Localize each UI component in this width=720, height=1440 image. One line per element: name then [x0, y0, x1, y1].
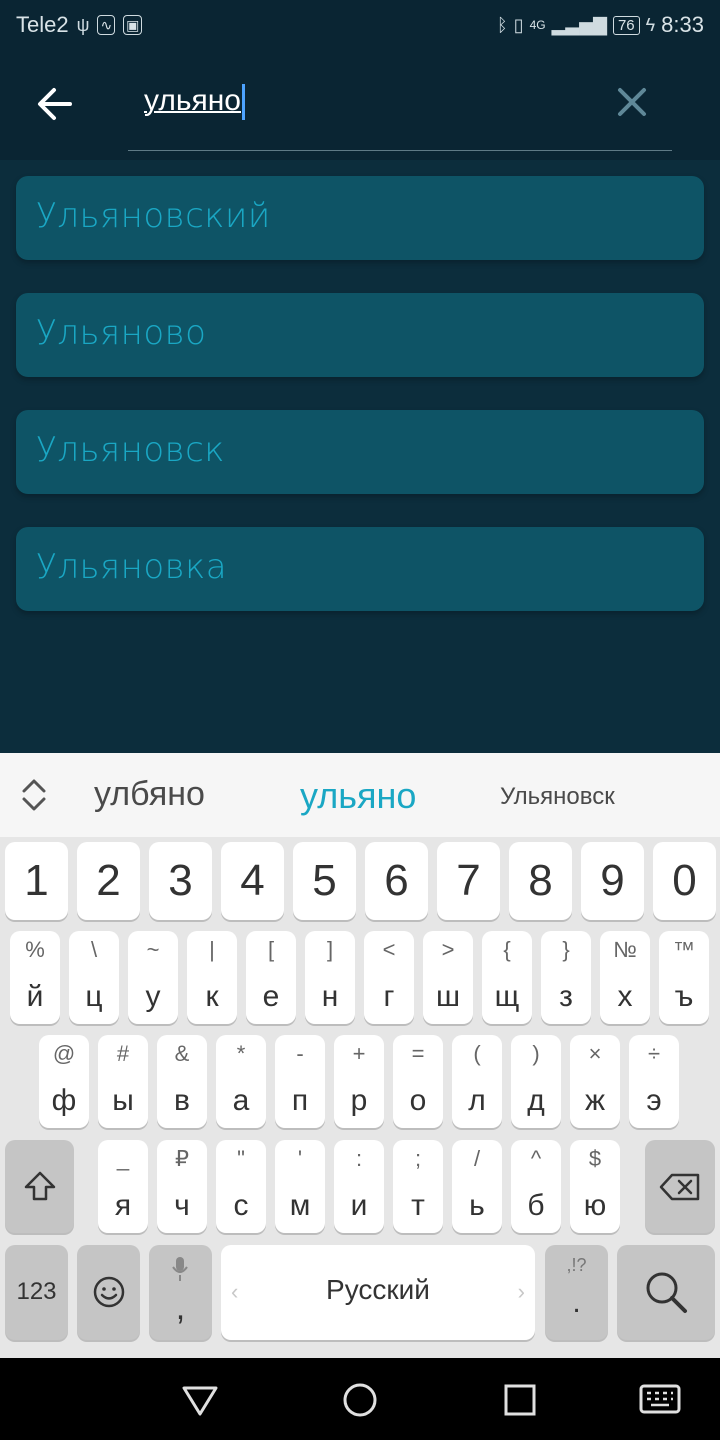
key-letter[interactable]: & в: [157, 1035, 207, 1128]
period-key[interactable]: ,!? .: [545, 1245, 608, 1340]
key-letter[interactable]: № х: [600, 931, 650, 1024]
search-bar: ульяно: [0, 50, 720, 160]
navigation-bar: [0, 1358, 720, 1440]
key-1[interactable]: 1: [5, 842, 68, 920]
nav-home-button[interactable]: [338, 1378, 382, 1422]
text-caret: [241, 84, 245, 121]
circle-home-icon: [343, 1383, 377, 1417]
key-letter[interactable]: :и: [334, 1140, 384, 1233]
triangle-back-icon: [182, 1386, 218, 1416]
shift-icon: [24, 1171, 55, 1201]
key-letter[interactable]: + р: [334, 1035, 384, 1128]
key-letter[interactable]: * а: [216, 1035, 266, 1128]
close-icon: [618, 88, 646, 116]
key-6[interactable]: 6: [365, 842, 428, 920]
key-letter[interactable]: } з: [541, 931, 591, 1024]
key-letter[interactable]: ' м: [275, 1140, 325, 1233]
key-letter[interactable]: (л: [452, 1035, 502, 1128]
battery-icon: 76: [612, 15, 640, 35]
suggestion-strip: улбяно ульяно Ульяновск: [0, 753, 720, 837]
network-type: 4G: [529, 18, 546, 32]
key-letter[interactable]: > ш: [423, 931, 473, 1024]
key-2[interactable]: 2: [77, 842, 140, 920]
space-key[interactable]: ‹ Русский ›: [221, 1245, 535, 1340]
key-0[interactable]: 0: [653, 842, 716, 920]
search-icon: [646, 1272, 687, 1313]
keyboard: 1 2 3 4 5 6 7 8 9 0 % й \ ц ~ у | к [е ] н < г…: [0, 837, 720, 1358]
key-letter[interactable]: | к: [187, 931, 237, 1024]
key-7[interactable]: 7: [437, 842, 500, 920]
key-letter[interactable]: $ ю: [570, 1140, 620, 1233]
pulse-icon: ∿: [97, 15, 116, 35]
key-letter[interactable]: = о: [393, 1035, 443, 1128]
chevron-up-down-icon: [22, 779, 46, 811]
key-8[interactable]: 8: [509, 842, 572, 920]
keyboard-icon: [639, 1384, 681, 1414]
results-list: Ульяновский Ульяново Ульяновск Ульяновка: [16, 176, 704, 644]
backspace-icon: [659, 1173, 700, 1201]
key-letter[interactable]: [е: [246, 931, 296, 1024]
key-letter[interactable]: {щ: [482, 931, 532, 1024]
key-letter[interactable]: ~ у: [128, 931, 178, 1024]
microphone-icon: [172, 1257, 188, 1281]
expand-toggle[interactable]: [18, 775, 50, 815]
huawei-icon: ▣: [123, 15, 143, 35]
key-letter[interactable]: ) д: [511, 1035, 561, 1128]
search-query: ульяно: [144, 84, 241, 117]
arrow-left-icon: [38, 88, 72, 120]
result-item[interactable]: Ульяновск: [16, 410, 704, 494]
shift-key[interactable]: [5, 1140, 74, 1233]
key-letter[interactable]: \ ц: [69, 931, 119, 1024]
comma-key[interactable]: ,: [149, 1245, 212, 1340]
key-letter[interactable]: % й: [10, 931, 60, 1024]
key-letter[interactable]: ™ ъ: [659, 931, 709, 1024]
key-9[interactable]: 9: [581, 842, 644, 920]
usb-icon: ψ: [76, 14, 90, 35]
key-letter[interactable]: ] н: [305, 931, 355, 1024]
square-recents-icon: [504, 1384, 536, 1416]
suggestion-center[interactable]: ульяно: [300, 775, 416, 817]
bluetooth-icon: ᛒ: [496, 14, 508, 35]
status-bar: Tele2 ψ ∿ ▣ ᛒ ▯ 4G ▂▃▅▇ 76 ϟ 8:33: [0, 0, 720, 50]
nav-recents-button[interactable]: [498, 1378, 542, 1422]
key-letter[interactable]: ₽ ч: [157, 1140, 207, 1233]
back-button[interactable]: [30, 78, 82, 130]
result-item[interactable]: Ульяновский: [16, 176, 704, 260]
search-input[interactable]: ульяно: [128, 72, 672, 151]
key-letter[interactable]: -п: [275, 1035, 325, 1128]
signal-icon: ▂▃▅▇: [551, 14, 607, 35]
vibrate-icon: ▯: [513, 14, 524, 35]
result-item[interactable]: Ульяново: [16, 293, 704, 377]
emoji-key[interactable]: [77, 1245, 140, 1340]
key-letter[interactable]: ^ б: [511, 1140, 561, 1233]
backspace-key[interactable]: [645, 1140, 715, 1233]
key-letter[interactable]: _ я: [98, 1140, 148, 1233]
key-letter[interactable]: × ж: [570, 1035, 620, 1128]
charging-icon: ϟ: [645, 14, 656, 35]
key-4[interactable]: 4: [221, 842, 284, 920]
clock: 8:33: [661, 12, 704, 37]
suggestion-left[interactable]: улбяно: [94, 775, 205, 814]
search-key[interactable]: [617, 1245, 715, 1340]
suggestion-right[interactable]: Ульяновск: [500, 783, 615, 811]
key-letter[interactable]: ; т: [393, 1140, 443, 1233]
key-letter[interactable]: # ы: [98, 1035, 148, 1128]
key-letter[interactable]: " с: [216, 1140, 266, 1233]
chevron-right-icon: ›: [517, 1279, 525, 1304]
symbols-key[interactable]: 123: [5, 1245, 68, 1340]
clear-button[interactable]: [612, 82, 652, 122]
key-letter[interactable]: @ ф: [39, 1035, 89, 1128]
key-3[interactable]: 3: [149, 842, 212, 920]
nav-back-button[interactable]: [178, 1378, 222, 1422]
key-letter[interactable]: ÷ э: [629, 1035, 679, 1128]
nav-keyboard-button[interactable]: [638, 1378, 682, 1422]
result-item[interactable]: Ульяновка: [16, 527, 704, 611]
key-letter[interactable]: / ь: [452, 1140, 502, 1233]
key-letter[interactable]: < г: [364, 931, 414, 1024]
key-5[interactable]: 5: [293, 842, 356, 920]
smiley-icon: [93, 1276, 124, 1308]
carrier-label: Tele2: [16, 12, 69, 37]
